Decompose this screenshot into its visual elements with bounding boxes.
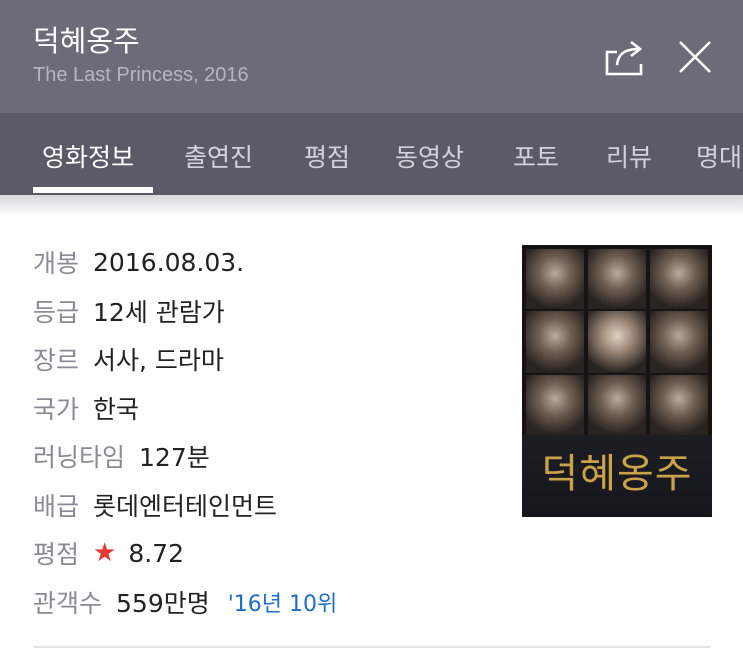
movie-info-list: 개봉 2016.08.03. 등급 12세 관람가 장르 서사, 드라마 국가 … <box>33 238 337 626</box>
info-row-runtime: 러닝타임 127분 <box>33 432 337 481</box>
country-value: 한국 <box>93 394 140 424</box>
poster-face <box>526 375 584 435</box>
poster-face <box>588 375 646 435</box>
score-value: 8.72 <box>128 538 184 568</box>
poster-face <box>650 311 708 373</box>
audience-label: 관객수 <box>33 588 103 618</box>
box-office-rank-link[interactable]: '16년 10위 <box>228 586 338 618</box>
tab-videos[interactable]: 동영상 <box>395 138 464 174</box>
star-icon: ★ <box>93 538 117 569</box>
tab-movie-info[interactable]: 영화정보 <box>42 138 134 174</box>
info-row-audience: 관객수 559만명 '16년 10위 <box>33 578 337 627</box>
app-header: 덕혜옹주 The Last Princess, 2016 <box>0 0 743 113</box>
poster-face <box>526 311 584 373</box>
tab-shadow <box>0 195 743 215</box>
rating-value: 12세 관람가 <box>93 297 225 327</box>
tab-reviews[interactable]: 리뷰 <box>606 138 652 174</box>
movie-title: 덕혜옹주 <box>33 24 140 58</box>
info-row-release: 개봉 2016.08.03. <box>33 238 337 287</box>
rating-label: 등급 <box>33 297 80 327</box>
active-tab-indicator <box>33 187 153 193</box>
poster-face <box>650 249 708 309</box>
movie-poster[interactable]: 덕혜옹주 <box>522 245 712 517</box>
info-row-score: 평점 ★ 8.72 <box>33 529 337 578</box>
genre-label: 장르 <box>33 346 80 376</box>
runtime-value: 127분 <box>139 443 210 473</box>
info-row-genre: 장르 서사, 드라마 <box>33 335 337 384</box>
poster-face <box>650 375 708 435</box>
tab-bar: 영화정보 출연진 평점 동영상 포토 리뷰 명대 <box>0 113 743 195</box>
close-icon[interactable] <box>676 38 714 76</box>
info-row-distributor: 배급 롯데엔터테인먼트 <box>33 481 337 530</box>
poster-title: 덕혜옹주 <box>541 451 693 497</box>
tab-cast[interactable]: 출연진 <box>184 138 253 174</box>
country-label: 국가 <box>33 394 80 424</box>
info-row-rating: 등급 12세 관람가 <box>33 287 337 336</box>
bottom-divider <box>33 646 711 648</box>
tab-photos[interactable]: 포토 <box>513 138 559 174</box>
runtime-label: 러닝타임 <box>33 443 126 473</box>
movie-subtitle: The Last Princess, 2016 <box>33 64 249 86</box>
info-row-country: 국가 한국 <box>33 384 337 433</box>
tab-quotes[interactable]: 명대 <box>696 138 742 174</box>
tab-ratings[interactable]: 평점 <box>304 138 350 174</box>
score-label: 평점 <box>33 540 80 570</box>
distributor-value: 롯데엔터테인먼트 <box>93 491 278 521</box>
poster-face <box>588 249 646 309</box>
release-value: 2016.08.03. <box>93 247 245 277</box>
share-icon[interactable] <box>603 38 649 76</box>
release-label: 개봉 <box>33 249 80 279</box>
genre-value: 서사, 드라마 <box>93 346 224 376</box>
audience-value: 559만명 <box>116 588 210 618</box>
poster-face <box>588 311 646 373</box>
poster-face <box>526 249 584 309</box>
distributor-label: 배급 <box>33 491 80 521</box>
